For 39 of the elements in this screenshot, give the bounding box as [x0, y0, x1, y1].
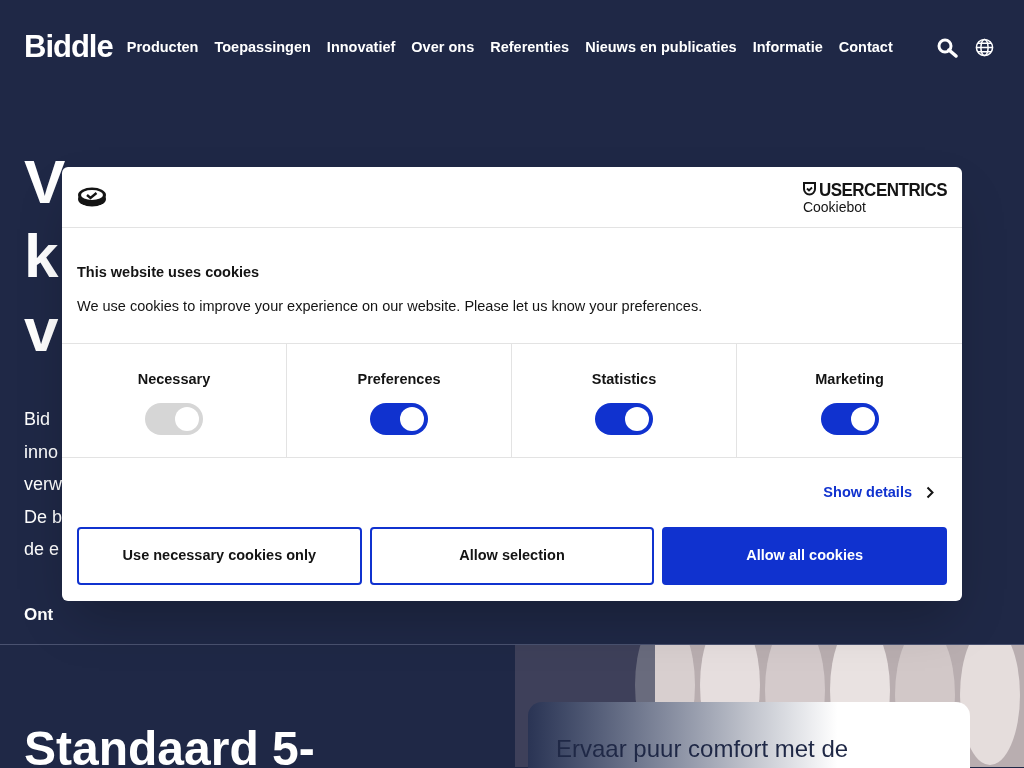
cookiebot-logo-icon: [77, 186, 107, 208]
toggle-switch[interactable]: [370, 402, 428, 435]
shield-check-icon: [802, 182, 816, 196]
search-icon[interactable]: [937, 37, 959, 58]
toggle-switch[interactable]: [820, 402, 879, 435]
hero-text-line: verw: [24, 473, 62, 496]
chevron-right-icon: [926, 486, 934, 499]
show-details-link[interactable]: Show details: [823, 481, 934, 504]
logo[interactable]: Biddle: [24, 24, 113, 71]
dialog-text: We use cookies to improve your experience on our website. Please let us know your preferences.: [77, 296, 704, 316]
hero-heading-line: k: [24, 220, 59, 292]
nav-link[interactable]: Contact: [838, 36, 893, 59]
nav-link[interactable]: Producten: [126, 36, 199, 59]
card-text: Ervaar puur comfort met de: [556, 736, 850, 762]
nav-link[interactable]: Nieuws en publicaties: [585, 36, 737, 59]
globe-icon[interactable]: [975, 38, 994, 57]
category-label: Preferences: [357, 370, 441, 389]
category-label: Statistics: [591, 370, 657, 389]
brand-name: USERCENTRICS: [818, 179, 947, 199]
hero-text-line: Bid: [24, 408, 50, 431]
hero-heading-line: v: [24, 294, 59, 366]
toggle-switch[interactable]: [595, 402, 653, 435]
hero-link[interactable]: Ont: [24, 601, 54, 627]
hero-text-line: De b: [24, 505, 63, 529]
hero-text-line: de e: [24, 538, 60, 561]
dialog-title: This website uses cookies: [77, 263, 261, 282]
nav-link[interactable]: Over ons: [411, 36, 475, 59]
category-label: Marketing: [815, 370, 884, 389]
cookie-button[interactable]: Allow all cookies: [662, 527, 947, 585]
cookie-button[interactable]: Use necessary cookies only: [77, 527, 362, 585]
hero-text-line: inno: [24, 440, 59, 464]
cookie-button[interactable]: Allow selection: [369, 527, 655, 585]
category-label: Necessary: [137, 370, 211, 389]
nav-link[interactable]: Innovatief: [326, 36, 396, 59]
nav-link[interactable]: Referenties: [490, 36, 570, 59]
section-heading: Standaard 5-: [24, 725, 316, 768]
nav-link[interactable]: Toepassingen: [214, 36, 311, 59]
brand-subtitle: Cookiebot: [802, 199, 866, 214]
nav-link[interactable]: Informatie: [752, 36, 823, 59]
